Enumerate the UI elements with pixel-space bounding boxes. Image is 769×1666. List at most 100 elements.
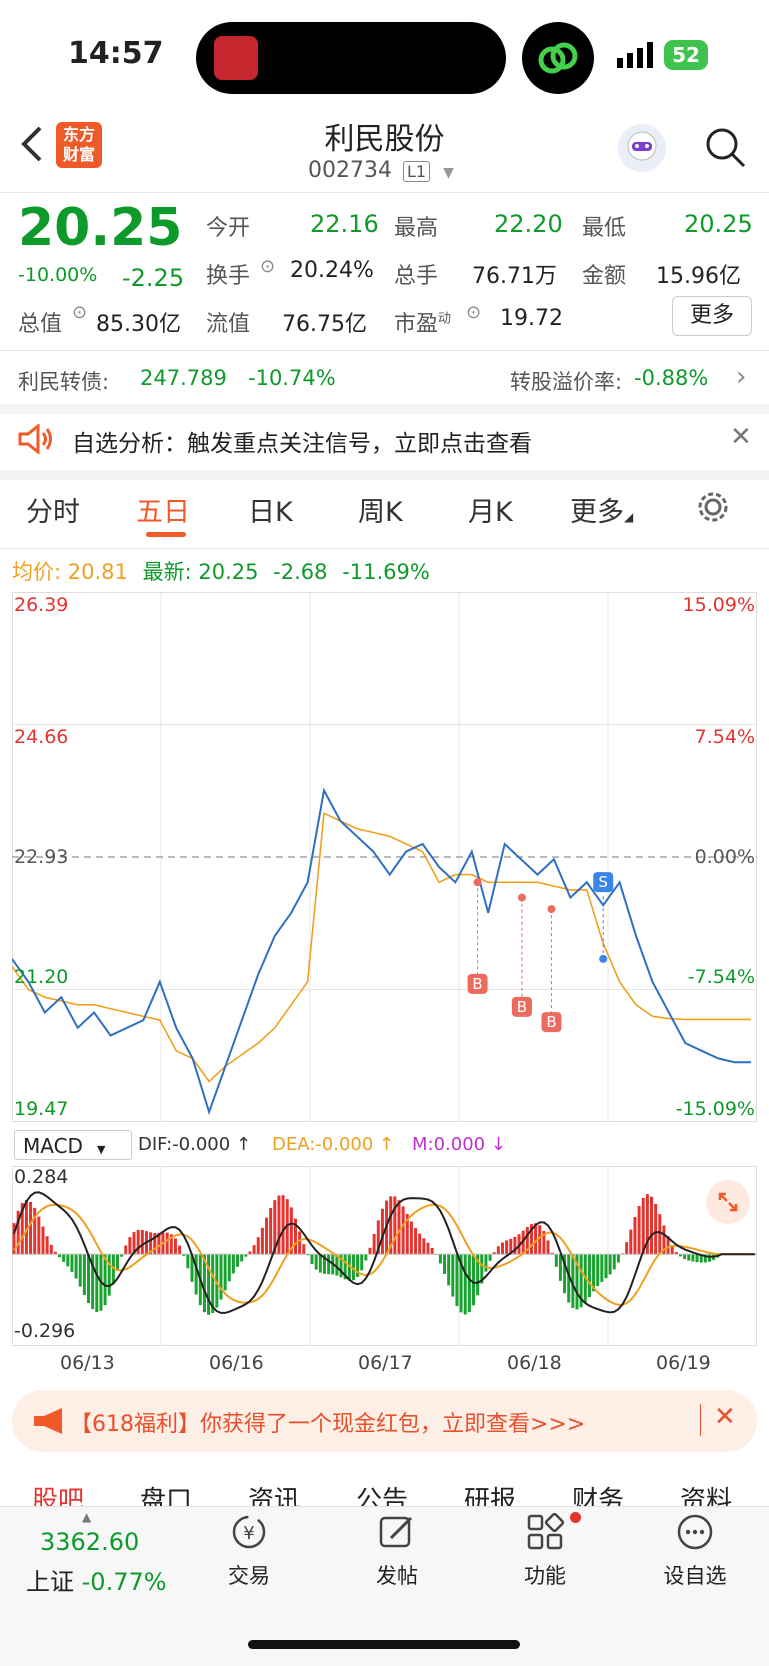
macd-ymax: 0.284: [14, 1166, 69, 1188]
m-text: M:0.000: [412, 1134, 486, 1155]
index-value[interactable]: 3362.60: [40, 1528, 139, 1556]
add-watchlist-button[interactable]: 设自选: [640, 1512, 750, 1590]
macd-bar-20: [95, 1254, 99, 1312]
settings-gear-icon[interactable]: [696, 490, 730, 528]
macd-bar-58: [252, 1245, 256, 1255]
speaker-icon: [18, 422, 54, 458]
macd-bar-40: [178, 1245, 182, 1255]
svg-text:S: S: [598, 873, 608, 891]
x-label-0: 06/13: [60, 1352, 115, 1374]
pe-value: 19.72: [500, 306, 563, 331]
more-button[interactable]: 更多: [672, 296, 752, 336]
macd-bar-47: [207, 1254, 211, 1315]
tab-five-day[interactable]: 五日: [136, 490, 190, 529]
macd-bar-72: [310, 1254, 314, 1264]
price-chart[interactable]: B B B S 26.39 24.66 22.93 21.20 19.47 15.09…: [12, 592, 757, 1122]
watch-label: 设自选: [663, 1564, 727, 1588]
search-icon[interactable]: [704, 126, 748, 174]
index-row[interactable]: 上证 -0.77%: [26, 1562, 167, 1597]
macd-bar-22: [103, 1254, 107, 1306]
y-tick-right-0: 15.09%: [682, 594, 755, 616]
macd-bar-93: [397, 1200, 401, 1255]
float-value: 76.75亿: [282, 312, 367, 337]
price-chart-svg: B B B S: [12, 592, 757, 1122]
promo-close-icon[interactable]: ✕: [714, 1402, 736, 1432]
stock-header: 东方 财富 利民股份 002734 L1 ▼: [0, 110, 769, 192]
macd-bar-100: [426, 1242, 430, 1255]
macd-bar-107: [455, 1254, 459, 1307]
clock: 14:57: [68, 36, 164, 71]
info-icon-3[interactable]: ⊙: [466, 302, 481, 323]
trade-label: 交易: [228, 1564, 270, 1588]
dropdown-icon[interactable]: ▼: [443, 165, 454, 181]
macd-bar-52: [227, 1254, 231, 1282]
x-label-2: 06/17: [358, 1352, 413, 1374]
tab-daily-k[interactable]: 日K: [248, 490, 293, 529]
battery-icon: 52: [664, 40, 708, 70]
avg-label: 均价:: [12, 560, 62, 584]
promo-text: 【618福利】你获得了一个现金红包，立即查看>>>: [70, 1412, 586, 1437]
level-badge[interactable]: L1: [402, 161, 431, 182]
mcap-label: 总值: [18, 312, 63, 337]
macd-bar-37: [165, 1232, 169, 1255]
macd-bar-98: [418, 1233, 422, 1255]
link-icon[interactable]: [522, 22, 594, 94]
subtab-4[interactable]: 研报: [464, 1480, 516, 1506]
info-icon[interactable]: ⊙: [260, 256, 275, 277]
subtab-3[interactable]: 公告: [356, 1480, 408, 1506]
macd-bar-143: [604, 1254, 608, 1279]
info-icon-2[interactable]: ⊙: [72, 302, 87, 323]
more-dots-icon: [677, 1514, 713, 1550]
macd-bar-73: [314, 1254, 318, 1270]
dif-label: DIF:-0.000 ↑: [138, 1134, 252, 1155]
subtab-2[interactable]: 资讯: [248, 1480, 300, 1506]
macd-bar-31: [140, 1229, 144, 1255]
premium-label: 转股溢价率:: [510, 370, 623, 394]
macd-bar-65: [281, 1195, 285, 1255]
bond-pct: -10.74%: [248, 366, 336, 390]
macd-bar-141: [596, 1254, 600, 1287]
stock-code-value: 002734: [308, 158, 392, 183]
expand-icon[interactable]: [706, 1180, 750, 1224]
macd-bar-110: [467, 1254, 471, 1313]
promo-banner[interactable]: 【618福利】你获得了一个现金红包，立即查看>>> ✕: [12, 1390, 757, 1452]
macd-bar-50: [219, 1254, 223, 1300]
subtab-0[interactable]: 股吧: [32, 1480, 84, 1506]
macd-chart[interactable]: 0.284 -0.296: [12, 1166, 757, 1346]
macd-ymin: -0.296: [14, 1320, 76, 1342]
macd-bar-151: [637, 1205, 641, 1255]
current-price: 20.25: [18, 198, 182, 258]
bond-label[interactable]: 利民转债:: [18, 366, 109, 396]
tab-intraday[interactable]: 分时: [26, 490, 80, 529]
chevron-right-icon[interactable]: ›: [736, 362, 746, 392]
macd-bar-84: [360, 1254, 364, 1271]
macd-bar-109: [463, 1254, 467, 1315]
banner-text[interactable]: 自选分析：触发重点关注信号，立即点击查看: [72, 424, 532, 458]
macd-bar-163: [687, 1254, 691, 1261]
macd-bar-145: [612, 1254, 616, 1270]
subtab-5[interactable]: 财务: [572, 1480, 624, 1506]
premium-value: -0.88%: [634, 366, 709, 390]
battery-level: 52: [672, 43, 700, 67]
change-pct: -10.00%: [18, 264, 98, 286]
subtab-6[interactable]: 资料: [680, 1480, 732, 1506]
y-tick-right-2: 0.00%: [694, 846, 755, 868]
tab-more-label: 更多: [570, 497, 624, 528]
macd-bar-16: [78, 1254, 82, 1287]
indicator-select[interactable]: MACD ▼: [14, 1130, 132, 1160]
robot-assistant-icon[interactable]: [618, 124, 666, 172]
signal-icon: [617, 42, 655, 72]
edit-icon: [379, 1516, 413, 1548]
post-button[interactable]: 发帖: [342, 1512, 452, 1590]
macd-bar-164: [691, 1254, 695, 1262]
subtab-1[interactable]: 盘口: [140, 1480, 192, 1506]
tab-more[interactable]: 更多◢: [570, 490, 633, 529]
svg-text:B: B: [472, 975, 482, 993]
turnover-value: 20.24%: [290, 258, 374, 283]
tab-weekly-k[interactable]: 周K: [358, 490, 403, 529]
macd-bar-155: [654, 1203, 658, 1255]
close-icon[interactable]: ✕: [730, 422, 752, 452]
functions-button[interactable]: 功能: [490, 1512, 600, 1590]
trade-button[interactable]: ¥ 交易: [194, 1512, 304, 1590]
tab-monthly-k[interactable]: 月K: [468, 490, 513, 529]
